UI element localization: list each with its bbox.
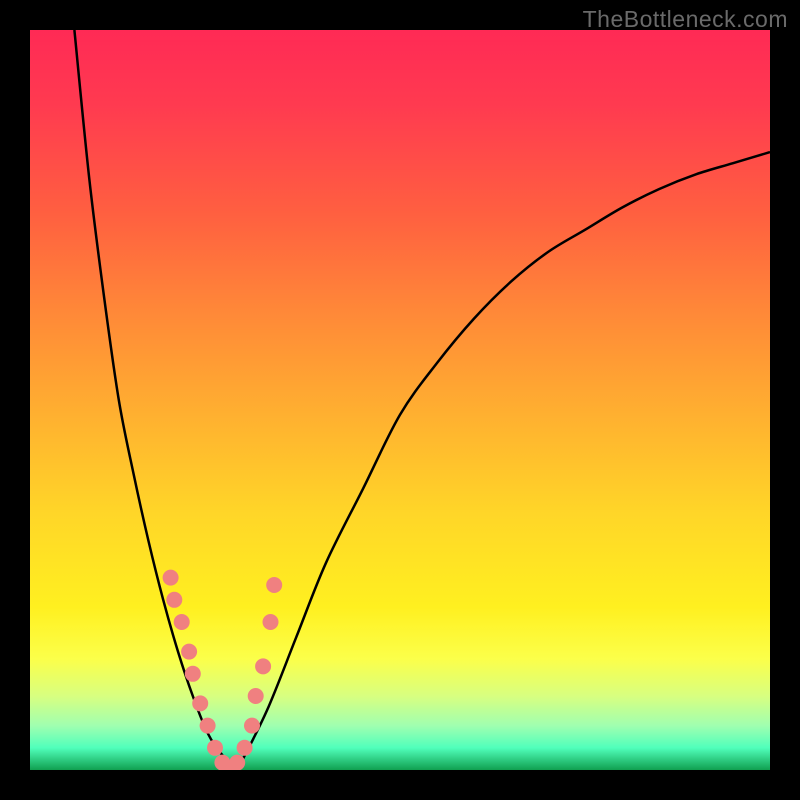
right-curve <box>237 152 770 770</box>
chart-svg <box>30 30 770 770</box>
data-point <box>192 695 208 711</box>
data-point <box>181 644 197 660</box>
data-point <box>266 577 282 593</box>
data-point <box>185 666 201 682</box>
data-point <box>200 718 216 734</box>
watermark: TheBottleneck.com <box>583 6 788 33</box>
data-point <box>166 592 182 608</box>
data-point <box>244 718 260 734</box>
data-point <box>248 688 264 704</box>
right-curve <box>237 152 770 770</box>
data-point <box>229 755 245 770</box>
data-point <box>263 614 279 630</box>
data-point <box>163 570 179 586</box>
data-points <box>163 570 283 770</box>
data-point <box>174 614 190 630</box>
plot-area <box>30 30 770 770</box>
data-point <box>255 658 271 674</box>
chart-container: TheBottleneck.com <box>0 0 800 800</box>
left-curve <box>74 30 237 770</box>
data-point <box>207 740 223 756</box>
data-point <box>237 740 253 756</box>
left-curve <box>74 30 237 770</box>
